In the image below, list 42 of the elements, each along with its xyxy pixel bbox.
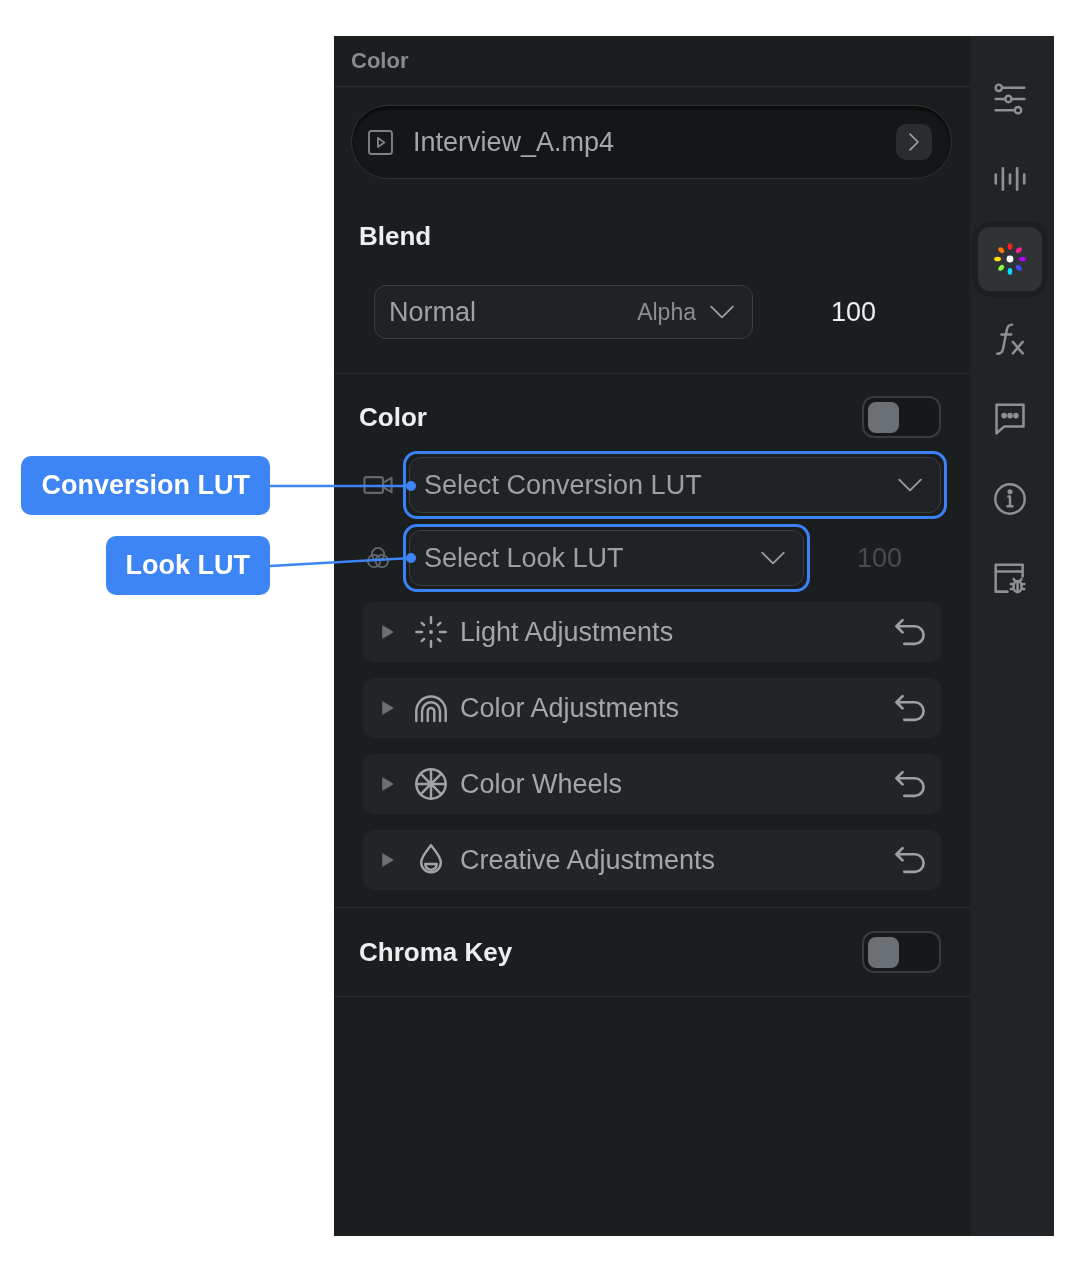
- chat-icon: [994, 403, 1026, 435]
- section-title: Blend: [359, 221, 432, 251]
- clip-name: Interview_A.mp4: [413, 126, 616, 158]
- adjustment-row[interactable]: Color Adjustments: [362, 678, 942, 738]
- adjustment-label: Color Adjustments: [460, 692, 681, 724]
- callout-label: Conversion LUT: [21, 456, 270, 515]
- adjustment-label: Color Wheels: [460, 768, 624, 800]
- panel-title: Color: [351, 48, 409, 74]
- forward-button[interactable]: [896, 124, 932, 160]
- function-icon: [994, 323, 1026, 355]
- blend-mode-dropdown[interactable]: Normal Alpha: [374, 285, 753, 339]
- bug-window-icon: [994, 563, 1026, 595]
- callout-label: Look LUT: [105, 536, 270, 595]
- info-icon: [994, 483, 1026, 515]
- toggle-switch[interactable]: [862, 931, 941, 973]
- lut-dropdown[interactable]: Select Look LUT: [409, 530, 804, 586]
- chevron-right-icon: [908, 133, 920, 151]
- sun-icon: [415, 616, 447, 648]
- adjustment-row[interactable]: Creative Adjustments: [362, 830, 942, 890]
- toggle-switch[interactable]: [862, 396, 941, 438]
- undo-icon[interactable]: [895, 617, 925, 647]
- chevron-down-icon: [898, 478, 922, 492]
- adjustment-row[interactable]: Color Wheels: [362, 754, 942, 814]
- adjustment-label: Light Adjustments: [460, 616, 675, 648]
- wheel-icon: [415, 768, 447, 800]
- color-dots-icon: [994, 243, 1026, 275]
- sidebar-tab[interactable]: [972, 221, 1048, 297]
- undo-icon[interactable]: [895, 693, 925, 723]
- undo-icon[interactable]: [895, 769, 925, 799]
- section-title: Color: [359, 402, 427, 432]
- undo-icon[interactable]: [895, 845, 925, 875]
- chevron-down-icon: [761, 551, 785, 565]
- sliders-icon: [994, 83, 1026, 115]
- adjustment-label: Creative Adjustments: [460, 844, 717, 876]
- adjustment-row[interactable]: Light Adjustments: [362, 602, 942, 662]
- rainbow-icon: [415, 692, 447, 724]
- section-title: Chroma Key: [359, 937, 513, 967]
- play-square-icon: [368, 129, 393, 155]
- chevron-down-icon: [710, 305, 734, 319]
- opacity-value: 100: [831, 296, 877, 328]
- video-camera-icon: [363, 474, 393, 496]
- lut-dropdown[interactable]: Select Conversion LUT: [409, 457, 941, 513]
